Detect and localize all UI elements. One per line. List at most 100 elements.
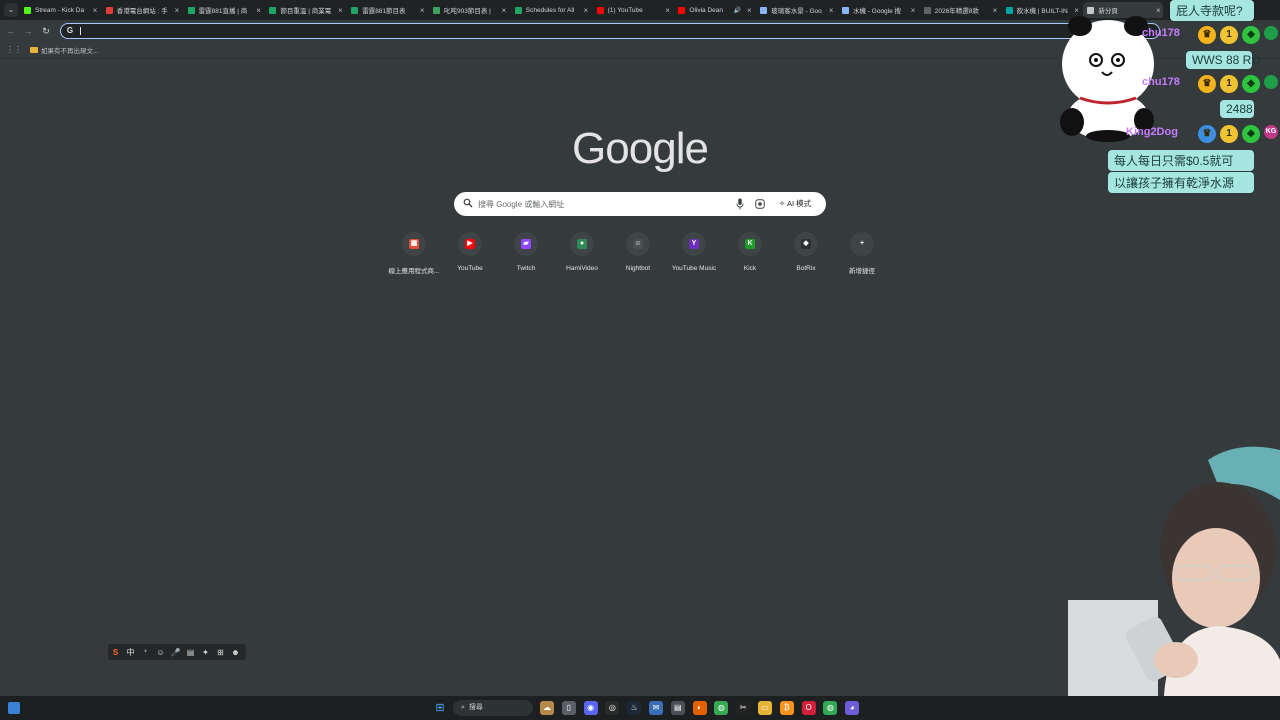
- diamond-badge-icon: ◆: [1242, 125, 1260, 143]
- taskbar-search[interactable]: ⌕ 搜尋: [453, 700, 533, 716]
- close-tab-icon[interactable]: ×: [990, 6, 1000, 15]
- logo-letter: e: [684, 124, 709, 173]
- shortcut-tile[interactable]: K Kick: [722, 232, 778, 272]
- obs-icon[interactable]: ◎: [605, 701, 620, 715]
- ai-mode-button[interactable]: ✧ AI 模式: [774, 197, 816, 211]
- chat-message: 每人每日只需$0.5就可: [1108, 150, 1254, 171]
- google-lens-icon[interactable]: [755, 199, 765, 209]
- shortcut-label: YouTube: [457, 265, 483, 272]
- chrome-active-icon[interactable]: ◍: [823, 701, 838, 715]
- shortcut-tile[interactable]: + 新增捷徑: [834, 232, 890, 275]
- tab[interactable]: 2026年精選8款 ×: [920, 2, 1000, 18]
- mascot-icon[interactable]: ☻: [228, 648, 243, 657]
- bitcoin-icon[interactable]: ₿: [779, 701, 794, 715]
- sheet-icon: [187, 6, 195, 14]
- close-tab-icon[interactable]: ×: [744, 6, 754, 15]
- opera-icon[interactable]: O: [801, 701, 816, 715]
- shortcut-tile[interactable]: Y YouTube Music: [666, 232, 722, 272]
- punctuation-icon[interactable]: ⁺: [138, 648, 153, 657]
- discord-icon[interactable]: ◉: [583, 701, 598, 715]
- sparkle-icon: ✧: [779, 199, 787, 208]
- search-input[interactable]: 搜尋 Google 或輸入網址: [478, 199, 564, 210]
- tab[interactable]: 雷霆881節目表 ×: [347, 2, 427, 18]
- voice-icon[interactable]: 🎤: [168, 648, 183, 657]
- google-icon: [760, 6, 768, 14]
- shortcut-label: 新增捷徑: [849, 268, 875, 275]
- shortcut-tile[interactable]: ▶ YouTube: [442, 232, 498, 272]
- windows-start-icon[interactable]: ⊞: [433, 701, 447, 715]
- search-box[interactable]: 搜尋 Google 或輸入網址 ✧ AI 模式: [454, 192, 826, 216]
- tab[interactable]: Olivia Dean 🔊 ×: [674, 2, 754, 18]
- audio-playing-icon[interactable]: 🔊: [734, 7, 741, 14]
- firefox-icon[interactable]: ◐: [692, 701, 707, 715]
- address-bar[interactable]: G: [60, 23, 1160, 39]
- chrome-icon[interactable]: ◍: [714, 701, 729, 715]
- search-icon: [463, 198, 473, 208]
- capcut-icon[interactable]: ✂: [736, 701, 751, 715]
- add-shortcut-icon: +: [857, 239, 867, 249]
- shortcut-grid: ▦ 線上應用程式商... ▶ YouTube ▰ Twitch ● HamiVideo ☺ Nig…: [386, 232, 894, 280]
- shortcut-tile[interactable]: ● HamiVideo: [554, 232, 610, 272]
- close-tab-icon[interactable]: ×: [499, 6, 509, 15]
- close-tab-icon[interactable]: ×: [254, 6, 264, 15]
- mail-icon[interactable]: ✉: [649, 701, 663, 715]
- back-button[interactable]: ←: [5, 25, 17, 37]
- widget-icon[interactable]: ☁: [540, 701, 554, 715]
- file-icon[interactable]: ▯: [561, 701, 576, 715]
- search-icon: ⌕: [461, 704, 465, 711]
- apps-icon[interactable]: ⋮⋮: [6, 45, 22, 54]
- folder-icon: [30, 47, 38, 53]
- sheet-icon: [514, 6, 522, 14]
- shortcut-label: YouTube Music: [671, 265, 717, 272]
- close-tab-icon[interactable]: ×: [663, 6, 673, 15]
- tab[interactable]: 節目重溫 | 商業電 ×: [265, 2, 345, 18]
- bookmark-item[interactable]: 如果有不再出現文...: [30, 45, 98, 55]
- tab[interactable]: 雷霆881直播 | 商 ×: [184, 2, 264, 18]
- widgets-icon[interactable]: [8, 702, 20, 714]
- tab[interactable]: Schedules for All ×: [511, 2, 591, 18]
- microphone-icon[interactable]: [736, 198, 744, 210]
- shortcut-tile[interactable]: ◆ BotRix: [778, 232, 834, 272]
- close-tab-icon[interactable]: ×: [172, 6, 182, 15]
- keyboard-icon[interactable]: ▤: [183, 648, 198, 657]
- tab[interactable]: 玻璃客水景 - Goo ×: [756, 2, 836, 18]
- close-tab-icon[interactable]: ×: [417, 6, 427, 15]
- close-tab-icon[interactable]: ×: [335, 6, 345, 15]
- skin-icon[interactable]: ✦: [198, 648, 213, 657]
- sheet-icon: [269, 6, 277, 14]
- folder-icon[interactable]: ▭: [758, 701, 772, 715]
- ai-mode-label: AI 模式: [786, 199, 812, 208]
- google-icon: G: [66, 26, 74, 35]
- shortcut-tile[interactable]: ☺ Nightbot: [610, 232, 666, 272]
- steam-icon[interactable]: ♨: [627, 701, 642, 715]
- forward-button[interactable]: →: [22, 25, 34, 37]
- close-tab-icon[interactable]: ×: [581, 6, 591, 15]
- chat-username: chu178: [1142, 27, 1180, 39]
- emoji-icon[interactable]: ☺: [153, 648, 168, 657]
- tab[interactable]: Stream - Kick Da ×: [20, 2, 100, 18]
- shortcut-tile[interactable]: ▦ 線上應用程式商...: [386, 232, 442, 275]
- sogou-icon[interactable]: S: [108, 648, 123, 657]
- shortcut-circle: ▰: [514, 232, 538, 256]
- close-tab-icon[interactable]: ×: [908, 6, 918, 15]
- shortcut-tile[interactable]: ▰ Twitch: [498, 232, 554, 272]
- reload-button[interactable]: ↻: [40, 25, 52, 37]
- shortcut-circle: ▦: [402, 232, 426, 256]
- text-caret: [80, 27, 81, 35]
- blue-badge-icon: ♛: [1198, 125, 1216, 143]
- toolbox-icon[interactable]: ⊞: [213, 648, 228, 657]
- tab[interactable]: 叱咤903節目表 | ×: [429, 2, 509, 18]
- tab[interactable]: (1) YouTube ×: [593, 2, 673, 18]
- tab[interactable]: 水機 - Google 搜 ×: [838, 2, 918, 18]
- tab[interactable]: 香港電台網站 : 手 ×: [102, 2, 182, 18]
- botrix-icon: ◆: [801, 239, 811, 249]
- close-tab-icon[interactable]: ×: [90, 6, 100, 15]
- chinese-mode-icon[interactable]: 中: [123, 647, 138, 658]
- close-tab-icon[interactable]: ×: [826, 6, 836, 15]
- streamlabs-icon[interactable]: ◕: [845, 701, 860, 715]
- google-logo: Google: [540, 124, 740, 174]
- shortcut-label: HamiVideo: [566, 265, 598, 272]
- sheet-icon: [351, 6, 359, 14]
- tab-search-button[interactable]: ⌄: [4, 3, 18, 17]
- app-icon[interactable]: ▤: [670, 701, 685, 715]
